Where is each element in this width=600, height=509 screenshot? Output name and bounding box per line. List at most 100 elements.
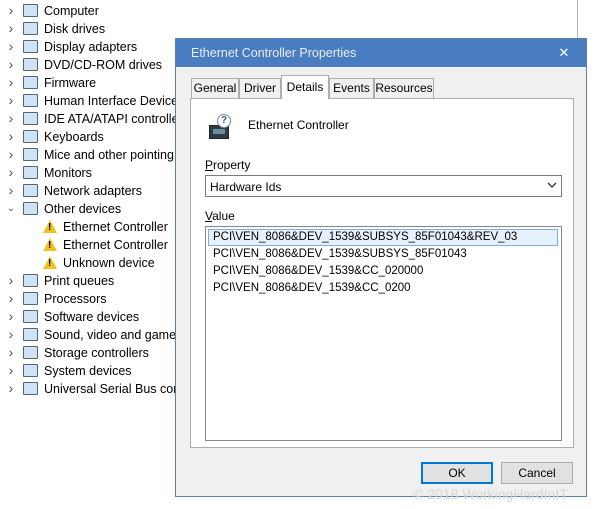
tab-driver[interactable]: Driver [239,78,281,98]
network-adapter-icon [23,184,38,197]
tree-item-label: Ethernet Controller [63,220,168,234]
tree-category-item[interactable]: › Sound, video and game controllers [0,326,178,344]
details-panel: ? Ethernet Controller Property Hardware … [190,98,574,448]
value-row[interactable]: PCI\VEN_8086&DEV_1539&CC_0200 [208,280,558,297]
tree-item-label: Sound, video and game controllers [44,328,178,342]
chevron-right-icon[interactable]: › [6,2,16,19]
chevron-right-icon[interactable]: › [6,74,16,91]
tree-item-label: Disk drives [44,22,106,36]
warning-icon [43,220,57,234]
tree-child-item[interactable]: Ethernet Controller [0,218,178,236]
property-dropdown[interactable]: Hardware Ids [205,175,562,197]
property-label: Property [205,158,251,172]
tab-general[interactable]: General [191,78,239,98]
tree-category-item[interactable]: › Universal Serial Bus controllers [0,380,178,398]
chevron-right-icon[interactable]: › [6,362,16,379]
usb-icon [23,382,38,395]
chevron-right-icon[interactable]: › [6,20,16,37]
chevron-right-icon[interactable]: › [6,92,16,109]
property-selected-value: Hardware Ids [210,180,282,194]
chevron-right-icon[interactable]: › [6,344,16,361]
chevron-right-icon[interactable]: › [6,164,16,181]
value-row[interactable]: PCI\VEN_8086&DEV_1539&SUBSYS_85F01043 [208,246,558,263]
chevron-right-icon[interactable]: › [6,110,16,127]
tree-item-label: Monitors [44,166,92,180]
chevron-right-icon[interactable]: › [6,128,16,145]
tree-item-label: Mice and other pointing devices [44,148,178,162]
warning-icon [43,256,57,270]
ok-button[interactable]: OK [421,462,493,484]
tree-category-item[interactable]: › Human Interface Devices [0,92,178,110]
warning-icon [43,238,57,252]
tree-item-label: Display adapters [44,40,138,54]
chevron-down-icon[interactable]: ⌄ [6,200,16,218]
tree-item-label: Processors [44,292,107,306]
value-list[interactable]: PCI\VEN_8086&DEV_1539&SUBSYS_85F01043&RE… [205,226,562,441]
tree-category-item[interactable]: › DVD/CD-ROM drives [0,56,178,74]
watermark: © 2018 WorkingHardInIT [413,486,568,502]
processor-icon [23,292,38,305]
close-button[interactable]: ✕ [542,39,586,67]
hid-icon [23,94,38,107]
tab-events[interactable]: Events [329,78,374,98]
tree-item-label: Universal Serial Bus controllers [44,382,178,396]
display-adapter-icon [23,40,38,53]
chevron-right-icon[interactable]: › [6,146,16,163]
tree-item-label: Human Interface Devices [44,94,178,108]
monitor-icon [23,166,38,179]
tree-child-item[interactable]: Ethernet Controller [0,236,178,254]
print-queue-icon [23,274,38,287]
tab-details[interactable]: Details [281,75,329,99]
tree-category-item[interactable]: › Display adapters [0,38,178,56]
tree-category-item[interactable]: ⌄ Other devices [0,200,178,218]
tree-category-item[interactable]: › Mice and other pointing devices [0,146,178,164]
dvd-drive-icon [23,58,38,71]
chevron-right-icon[interactable]: › [6,56,16,73]
properties-dialog: Ethernet Controller Properties ✕ General… [175,38,587,497]
tree-category-item[interactable]: › Disk drives [0,20,178,38]
software-device-icon [23,310,38,323]
tree-item-label: IDE ATA/ATAPI controllers [44,112,178,126]
chevron-right-icon[interactable]: › [6,308,16,325]
value-label: Value [205,209,235,223]
network-device-icon: ? [207,114,233,140]
keyboard-icon [23,130,38,143]
tree-item-label: Other devices [44,202,122,216]
tree-item-label: Ethernet Controller [63,238,168,252]
tree-item-label: System devices [44,364,132,378]
chevron-right-icon[interactable]: › [6,182,16,199]
chevron-right-icon[interactable]: › [6,326,16,343]
ide-controller-icon [23,112,38,125]
dialog-title: Ethernet Controller Properties [191,46,357,60]
tree-category-item[interactable]: › Software devices [0,308,178,326]
chevron-down-icon[interactable] [547,179,557,194]
value-row[interactable]: PCI\VEN_8086&DEV_1539&CC_020000 [208,263,558,280]
tree-category-item[interactable]: › Monitors [0,164,178,182]
tree-divider [577,0,578,38]
tree-category-item[interactable]: › IDE ATA/ATAPI controllers [0,110,178,128]
tree-category-item[interactable]: › Keyboards [0,128,178,146]
sound-icon [23,328,38,341]
value-row[interactable]: PCI\VEN_8086&DEV_1539&SUBSYS_85F01043&RE… [208,229,558,246]
cancel-button[interactable]: Cancel [501,462,573,484]
computer-icon [23,4,38,17]
dialog-titlebar[interactable]: Ethernet Controller Properties ✕ [176,39,586,67]
tree-category-item[interactable]: › Print queues [0,272,178,290]
tab-resources[interactable]: Resources [374,78,434,98]
tree-category-item[interactable]: › Firmware [0,74,178,92]
chevron-right-icon[interactable]: › [6,38,16,55]
tree-category-item[interactable]: › Processors [0,290,178,308]
tree-category-item[interactable]: › Computer [0,2,178,20]
tree-category-item[interactable]: › Network adapters [0,182,178,200]
chevron-right-icon[interactable]: › [6,380,16,397]
chevron-right-icon[interactable]: › [6,290,16,307]
tree-child-item[interactable]: Unknown device [0,254,178,272]
device-name: Ethernet Controller [248,118,349,132]
tree-category-item[interactable]: › Storage controllers [0,344,178,362]
other-devices-icon [23,202,38,215]
tree-category-item[interactable]: › System devices [0,362,178,380]
device-tree[interactable]: › Computer › Disk drives › Display adapters › D… [0,2,178,402]
firmware-icon [23,76,38,89]
tree-item-label: Unknown device [63,256,155,270]
chevron-right-icon[interactable]: › [6,272,16,289]
